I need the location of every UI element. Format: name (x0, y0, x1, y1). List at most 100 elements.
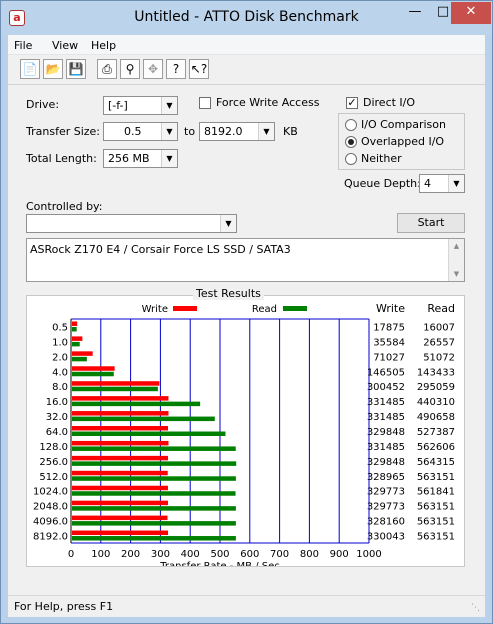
toolbar: 📄 📂 💾 ⎙ ⚲ ✥ ? ↖? (8, 56, 485, 85)
transfer-from-select[interactable]: 0.5 ▼ (103, 122, 178, 141)
print-icon[interactable]: ⎙ (97, 59, 117, 79)
description-textarea[interactable]: ASRock Z170 E4 / Corsair Force LS SSD / … (26, 238, 465, 282)
value-write: 331485 (367, 397, 405, 408)
drive-value: [-f-] (108, 99, 128, 112)
status-text: For Help, press F1 (14, 600, 114, 613)
kb-label: KB (283, 125, 298, 138)
value-write: 17875 (373, 322, 405, 333)
start-button[interactable]: Start (397, 213, 465, 233)
drive-label: Drive: (26, 98, 60, 111)
column-header-write: Write (376, 302, 405, 315)
menu-view[interactable]: View (52, 39, 78, 52)
chevron-down-icon: ▼ (220, 215, 236, 232)
save-icon[interactable]: 💾 (66, 59, 86, 79)
x-tick-label: 400 (181, 549, 200, 560)
total-length-value: 256 MB (108, 152, 150, 165)
bar-read (72, 416, 215, 422)
queue-depth-label: Queue Depth: (344, 177, 421, 190)
value-write: 300452 (367, 382, 405, 393)
total-length-select[interactable]: 256 MB ▼ (103, 149, 178, 168)
x-tick-label: 300 (151, 549, 170, 560)
x-tick-label: 900 (330, 549, 349, 560)
chevron-down-icon: ▼ (161, 150, 177, 167)
chevron-down-icon: ▼ (161, 97, 177, 114)
legend-label-write: Write (142, 304, 168, 315)
bar-write (72, 381, 160, 386)
bar-write (72, 426, 168, 431)
scroll-up-icon[interactable]: ▲ (449, 239, 464, 253)
move-icon[interactable]: ✥ (143, 59, 163, 79)
value-write: 331485 (367, 442, 405, 453)
bar-write (72, 321, 78, 326)
client-area: File View Help 📄 📂 💾 ⎙ ⚲ ✥ ? ↖? Drive: [… (8, 35, 485, 617)
menu-file[interactable]: File (14, 39, 32, 52)
bar-write (72, 485, 168, 491)
value-read: 26557 (423, 337, 455, 348)
bar-read (72, 356, 87, 362)
bar-read (72, 401, 201, 407)
x-axis-label: Transfer Rate - MB / Sec (159, 561, 280, 566)
y-tick-label: 16.0 (46, 397, 68, 408)
neither-label: Neither (361, 152, 402, 165)
y-tick-label: 4096.0 (33, 517, 68, 528)
radio-selected-dot (348, 139, 354, 145)
scroll-down-icon[interactable]: ▼ (449, 267, 464, 281)
resize-grip-icon[interactable]: ⋱ (471, 603, 481, 613)
print-preview-icon[interactable]: ⚲ (120, 59, 140, 79)
transfer-size-label: Transfer Size: (26, 125, 101, 138)
title-bar[interactable]: a Untitled - ATTO Disk Benchmark — □ ✕ (1, 1, 492, 35)
value-read: 563151 (417, 502, 455, 513)
x-tick-label: 0 (68, 549, 74, 560)
value-write: 330043 (367, 532, 405, 543)
value-read: 563151 (417, 517, 455, 528)
value-write: 331485 (367, 412, 405, 423)
bar-read (72, 506, 236, 511)
bar-read (72, 536, 236, 541)
direct-io-label: Direct I/O (363, 96, 416, 109)
close-button[interactable]: ✕ (451, 2, 491, 24)
legend-swatch-write (173, 306, 197, 311)
value-write: 71027 (373, 352, 405, 363)
io-comparison-radio[interactable] (345, 119, 357, 131)
value-read: 51072 (423, 352, 455, 363)
bar-write (72, 455, 168, 461)
value-read: 562606 (417, 442, 455, 453)
chevron-down-icon: ▼ (161, 123, 177, 140)
bar-read (72, 386, 158, 392)
bar-write (72, 515, 168, 521)
value-read: 16007 (423, 322, 455, 333)
bar-write (72, 530, 169, 536)
bar-read (72, 521, 236, 526)
open-icon[interactable]: 📂 (43, 59, 63, 79)
chevron-down-icon: ▼ (448, 175, 464, 192)
controlled-by-select[interactable]: ▼ (26, 214, 237, 233)
y-tick-label: 0.5 (52, 322, 68, 333)
drive-select[interactable]: [-f-] ▼ (103, 96, 178, 115)
column-header-read: Read (427, 302, 455, 315)
help-icon[interactable]: ? (166, 59, 186, 79)
direct-io-checkbox[interactable]: ✓ (346, 97, 358, 109)
io-comparison-label: I/O Comparison (361, 118, 446, 131)
new-icon[interactable]: 📄 (20, 59, 40, 79)
x-tick-label: 100 (91, 549, 110, 560)
legend-swatch-read (283, 306, 307, 311)
value-read: 563151 (417, 532, 455, 543)
force-write-checkbox[interactable] (199, 97, 211, 109)
queue-depth-select[interactable]: 4 ▼ (419, 174, 465, 193)
overlapped-io-radio[interactable] (345, 136, 357, 148)
value-read: 564315 (417, 457, 455, 468)
value-write: 35584 (373, 337, 405, 348)
transfer-to-select[interactable]: 8192.0 ▼ (199, 122, 275, 141)
vertical-scrollbar[interactable]: ▲ ▼ (448, 239, 464, 281)
y-tick-label: 32.0 (46, 412, 68, 423)
bar-read (72, 326, 77, 332)
context-help-icon[interactable]: ↖? (189, 59, 209, 79)
y-tick-label: 8.0 (52, 382, 68, 393)
bar-write (72, 470, 168, 476)
neither-radio[interactable] (345, 153, 357, 165)
value-write: 146505 (367, 367, 405, 378)
minimize-button[interactable]: — (401, 2, 429, 24)
menu-help[interactable]: Help (91, 39, 116, 52)
results-title: Test Results (193, 287, 264, 300)
y-tick-label: 8192.0 (33, 532, 68, 543)
